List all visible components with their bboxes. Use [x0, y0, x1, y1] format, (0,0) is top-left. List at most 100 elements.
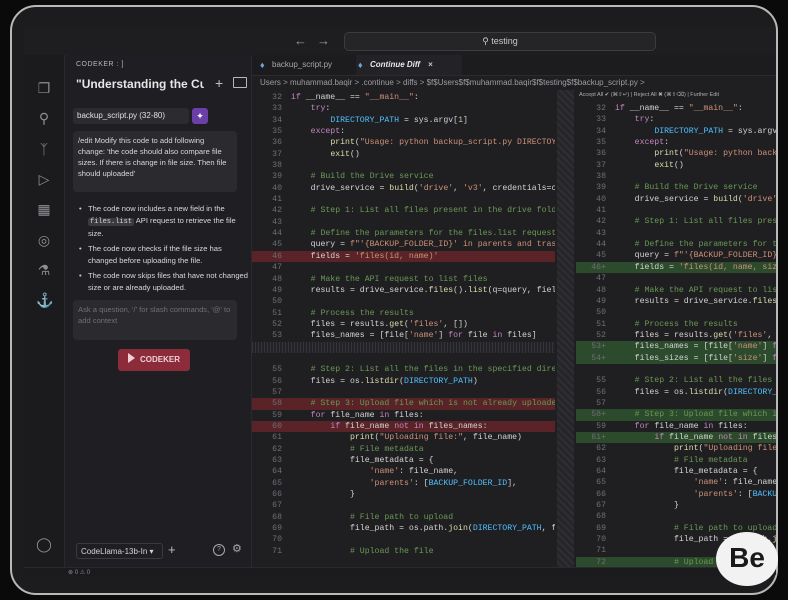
new-session-plus-icon[interactable]: + [215, 75, 223, 91]
code-line[interactable]: 39 # Build the Drive service [576, 182, 776, 193]
docker-icon[interactable]: ⚓ [36, 292, 53, 308]
code-line[interactable]: 38 [576, 171, 776, 182]
code-line[interactable]: 40 drive_service = build('drive', 'v3', … [252, 183, 555, 194]
code-line[interactable]: 42 # Step 1: List all files present in t… [252, 205, 555, 216]
code-line[interactable]: 50 [576, 307, 776, 318]
code-line[interactable] [576, 364, 776, 375]
code-line[interactable]: 35 except: [252, 126, 555, 137]
ask-input[interactable]: Ask a question, '/' for slash commands, … [73, 300, 237, 340]
code-line[interactable]: 34 DIRECTORY_PATH = sys.argv[1] [576, 126, 776, 137]
code-line[interactable]: 45 query = f"'{BACKUP_FOLDER_ID}' in [576, 250, 776, 261]
code-line[interactable]: 68 [576, 511, 776, 522]
code-line[interactable]: 50 [252, 296, 555, 307]
code-line[interactable]: 42 # Step 1: List all files present in [576, 216, 776, 227]
code-line[interactable]: 36 print("Usage: python backup_script.py… [576, 148, 776, 159]
code-line[interactable]: 62 print("Uploading file:", f [576, 443, 776, 454]
code-line[interactable]: 33 try: [252, 103, 555, 114]
code-line[interactable]: 58+ # Step 3: Upload file which is not [576, 409, 776, 421]
code-line[interactable] [252, 341, 555, 353]
code-line[interactable]: 64 'name': file_name, [252, 466, 555, 477]
code-line[interactable]: 60 if file_name not in files_names: [252, 420, 555, 433]
testing-icon[interactable]: ⚗ [36, 262, 52, 278]
nav-arrows[interactable]: ←→ [294, 33, 340, 48]
code-line[interactable]: 46+ fields = 'files(id, name, size)' [576, 261, 776, 274]
code-line[interactable]: 61+ if file_name not in files_name: [576, 431, 776, 444]
account-icon[interactable]: ◯ [36, 536, 52, 552]
code-line[interactable]: 32 if __name__ == "__main__": [252, 92, 555, 103]
code-line[interactable]: 57 [576, 398, 776, 409]
code-line[interactable]: 34 DIRECTORY_PATH = sys.argv[1] [252, 115, 555, 126]
code-line[interactable]: 51 # Process the results [252, 308, 555, 319]
code-line[interactable]: 66 } [252, 489, 555, 500]
search-icon[interactable]: ⚲ [36, 110, 52, 126]
code-line[interactable]: 47 [252, 262, 555, 273]
code-line[interactable]: 49 results = drive_service.files().list(… [252, 285, 555, 296]
code-line[interactable]: 51 # Process the results [576, 319, 776, 330]
model-select[interactable]: CodeLlama-13b-In ▾ [76, 543, 163, 559]
code-line[interactable]: 58 # Step 3: Upload file which is not al… [252, 398, 555, 410]
tab-backup-script[interactable]: ♦ backup_script.py [258, 55, 332, 75]
command-search-input[interactable]: ⚲ testing [344, 32, 656, 51]
extensions-icon[interactable]: ▦ [36, 201, 52, 217]
code-line[interactable]: 53+ files_names = [file['name'] for fi [576, 341, 776, 353]
codeker-run-button[interactable]: CODEKER [118, 349, 190, 371]
code-line[interactable]: 53 files_names = [file['name'] for file … [252, 330, 555, 341]
code-line[interactable]: 59 for file_name in files: [576, 421, 776, 432]
source-control-icon[interactable]: ᛉ [36, 141, 52, 157]
code-line[interactable]: 38 [252, 160, 555, 171]
code-line[interactable]: 41 [576, 205, 776, 216]
code-line[interactable] [252, 353, 555, 364]
code-line[interactable]: 61 print("Uploading file:", file_name) [252, 432, 555, 443]
add-model-plus-icon[interactable]: + [168, 542, 176, 557]
code-line[interactable]: 43 [252, 217, 555, 228]
help-icon[interactable]: ? [213, 544, 225, 556]
code-line[interactable]: 66 'parents': [BACKUP_FOLDER [576, 489, 776, 500]
code-line[interactable]: 65 'parents': [BACKUP_FOLDER_ID], [252, 478, 555, 489]
code-line[interactable]: 54+ files_sizes = [file['size'] for fi [576, 352, 776, 364]
code-line[interactable]: 64 file_metadata = { [576, 466, 776, 477]
code-line[interactable]: 65 'name': file_name, [576, 477, 776, 488]
code-line[interactable]: 67 [252, 500, 555, 511]
code-line[interactable]: 63 # File metadata [576, 455, 776, 466]
code-line[interactable]: 52 files = results.get('files', []) [252, 319, 555, 330]
code-line[interactable]: 32 if __name__ == "__main__": [576, 103, 776, 114]
code-line[interactable]: 36 print("Usage: python backup_script.py… [252, 137, 555, 148]
code-line[interactable]: 52 files = results.get('files', []) [576, 330, 776, 341]
edit-wand-icon[interactable]: ✦ [192, 108, 208, 124]
accept-reject-bar[interactable]: Accept All ✔ (⌘⇧↵) | Reject All ✖ (⌘⇧⌫) … [576, 90, 776, 100]
code-line[interactable]: 70 [252, 534, 555, 545]
code-line[interactable]: 48 # Make the API request to list files [252, 274, 555, 285]
code-line[interactable]: 35 except: [576, 137, 776, 148]
code-line[interactable]: 68 # File path to upload [252, 512, 555, 523]
tab-continue-diff[interactable]: ♦ Continue Diff × [356, 55, 462, 75]
code-line[interactable]: 37 exit() [576, 160, 776, 171]
code-line[interactable]: 45 query = f"'{BACKUP_FOLDER_ID}' in par… [252, 239, 555, 250]
code-line[interactable]: 59 for file_name in files: [252, 410, 555, 421]
code-line[interactable]: 55 # Step 2: List all the files in the s… [252, 364, 555, 375]
code-line[interactable]: 55 # Step 2: List all the files in th [576, 375, 776, 386]
diff-pane-modified[interactable]: 32 if __name__ == "__main__": 33 try: 34 DI… [576, 90, 776, 577]
breadcrumb[interactable]: Users > muhammad.baqir > .continue > dif… [252, 76, 776, 90]
code-line[interactable]: 63 file_metadata = { [252, 455, 555, 466]
code-line[interactable]: 69 file_path = os.path.join(DIRECTORY_PA… [252, 523, 555, 534]
explorer-icon[interactable]: ❐ [36, 80, 52, 96]
code-line[interactable]: 44 # Define the parameters for the fi [576, 239, 776, 250]
code-line[interactable]: 47 [576, 273, 776, 284]
code-line[interactable]: 46 fields = 'files(id, name)' [252, 250, 555, 263]
diff-pane-original[interactable]: 32 if __name__ == "__main__": 33 try: 34 DI… [252, 90, 555, 577]
code-line[interactable]: 33 try: [576, 114, 776, 125]
code-line[interactable]: 41 [252, 194, 555, 205]
remote-icon[interactable]: ◎ [36, 232, 52, 248]
code-line[interactable]: 43 [576, 228, 776, 239]
code-line[interactable]: 49 results = drive_service.files().lis [576, 296, 776, 307]
context-file-chip[interactable]: backup_script.py (32-80) [73, 108, 189, 124]
code-line[interactable]: 56 files = os.listdir(DIRECTORY_PATH) [252, 376, 555, 387]
code-line[interactable]: 40 drive_service = build('drive', 'v3', [576, 194, 776, 205]
code-line[interactable]: 37 exit() [252, 149, 555, 160]
code-line[interactable]: 48 # Make the API request to list file [576, 285, 776, 296]
code-line[interactable]: 67 } [576, 500, 776, 511]
code-line[interactable]: 62 # File metadata [252, 444, 555, 455]
panel-settings-gear-icon[interactable]: ⚙ [232, 542, 242, 555]
code-line[interactable]: 71 # Upload the file [252, 546, 555, 557]
code-line[interactable]: 39 # Build the Drive service [252, 171, 555, 182]
